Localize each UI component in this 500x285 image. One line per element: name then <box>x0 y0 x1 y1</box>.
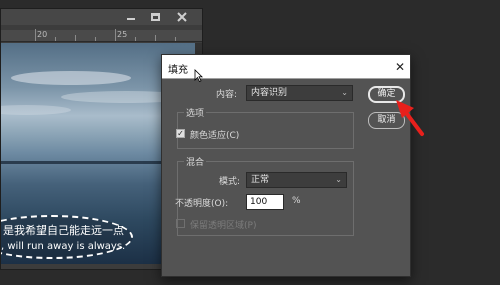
options-group-title: 选项 <box>184 106 207 119</box>
fill-dialog: 填充 ✕ 内容: 内容识别 ⌄ 选项 ✓ 颜色适应(C) 混合 模式: 正常 ⌄… <box>161 54 411 277</box>
contents-label: 内容: <box>216 90 238 100</box>
close-window-button[interactable] <box>173 11 191 23</box>
caption-line-1: 是我希望自己能走远一点 <box>3 224 124 237</box>
maximize-icon <box>150 13 160 21</box>
annotation-arrow-icon <box>396 100 424 136</box>
contents-select[interactable]: 内容识别 ⌄ <box>246 85 353 101</box>
cloud <box>11 71 131 85</box>
mouse-cursor-icon <box>194 69 203 82</box>
ruler-label: 20 <box>37 30 48 39</box>
mode-select-value: 正常 <box>251 175 270 185</box>
color-adaptation-label: 颜色适应(C) <box>190 131 240 141</box>
close-icon <box>177 12 187 22</box>
document-titlebar <box>1 9 202 25</box>
blending-group-title: 混合 <box>184 155 207 168</box>
dialog-titlebar: 填充 ✕ <box>162 55 410 82</box>
preserve-transparency-label: 保留透明区域(P) <box>190 221 257 231</box>
mode-label: 模式: <box>219 177 241 187</box>
contents-select-value: 内容识别 <box>251 88 288 98</box>
minimize-button[interactable] <box>122 11 140 23</box>
opacity-input[interactable]: 100 <box>246 194 284 210</box>
chevron-down-icon: ⌄ <box>335 175 342 184</box>
caption-line-2: , will run away is always. <box>1 241 126 252</box>
maximize-button[interactable] <box>146 11 164 23</box>
minimize-icon <box>127 18 135 20</box>
preserve-transparency-checkbox[interactable] <box>176 219 185 228</box>
ruler-label: 25 <box>117 30 128 39</box>
dialog-title: 填充 <box>168 65 188 76</box>
cloud <box>1 105 71 115</box>
color-adaptation-checkbox[interactable]: ✓ <box>176 129 185 138</box>
opacity-unit: % <box>292 196 301 206</box>
dialog-close-button[interactable]: ✕ <box>393 60 407 74</box>
horizontal-ruler: 20 25 <box>1 29 202 42</box>
mode-select[interactable]: 正常 ⌄ <box>246 172 347 188</box>
chevron-down-icon: ⌄ <box>341 88 348 97</box>
opacity-label: 不透明度(O): <box>175 199 229 209</box>
